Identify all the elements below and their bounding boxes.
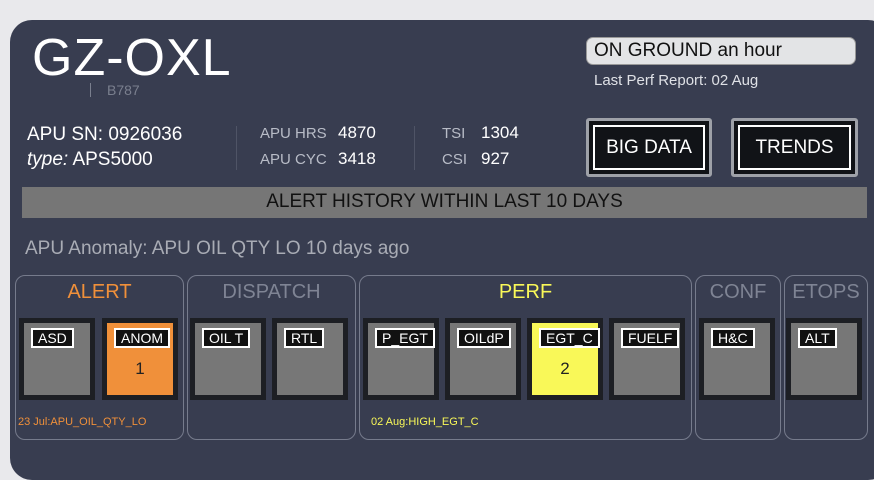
trends-label: TRENDS: [738, 125, 851, 170]
perf-group-title: PERF: [498, 281, 553, 303]
tile-egt-c[interactable]: EGT_C 2: [527, 318, 603, 400]
tile-label: FUELF: [621, 328, 680, 348]
big-data-label: BIG DATA: [593, 125, 705, 170]
flight-status-box: ON GROUND an hour: [586, 37, 856, 65]
apu-sn-label: APU SN:: [27, 124, 104, 145]
apu-hrs-value: 4870: [338, 123, 376, 142]
tsi-label: TSI: [442, 125, 466, 142]
apu-identity: APU SN: 0926036 type: APS5000: [27, 124, 182, 171]
tile-asd[interactable]: ASD: [19, 318, 95, 400]
big-data-button[interactable]: BIG DATA: [586, 118, 712, 177]
tile-face: ASD: [24, 323, 90, 395]
alert-history-banner: ALERT HISTORY WITHIN LAST 10 DAYS: [22, 187, 867, 218]
tile-rtl[interactable]: RTL: [272, 318, 348, 400]
last-perf-report: Last Perf Report: 02 Aug: [594, 72, 759, 89]
tile-count: 2: [560, 359, 570, 378]
tile-face: ANOM 1: [107, 323, 173, 395]
csi-label: CSI: [442, 151, 468, 168]
tile-fuelf[interactable]: FUELF: [609, 318, 685, 400]
tile-face: P_EGT: [368, 323, 435, 395]
csi-value: 927: [481, 149, 510, 168]
tile-anom[interactable]: ANOM 1: [102, 318, 178, 400]
tile-label: ALT: [798, 328, 837, 348]
perf-footer: 02 Aug:HIGH_EGT_C: [371, 416, 479, 428]
tile-label: ASD: [31, 328, 74, 348]
tile-oil-t[interactable]: OIL T: [190, 318, 266, 400]
tile-face: RTL: [277, 323, 343, 395]
tile-label: P_EGT: [375, 328, 435, 348]
divider: [90, 83, 91, 97]
apu-cyc-value: 3418: [338, 149, 376, 168]
divider: [236, 126, 237, 170]
tile-face: OIL T: [195, 323, 261, 395]
tile-face: EGT_C 2: [532, 323, 600, 395]
tile-face: H&C: [704, 323, 770, 395]
aircraft-subinfo: B787: [32, 82, 140, 98]
tile-face: ALT: [791, 323, 857, 395]
tile-hc[interactable]: H&C: [699, 318, 775, 400]
tile-label: ANOM: [114, 328, 170, 348]
tile-label: H&C: [711, 328, 755, 348]
trends-button[interactable]: TRENDS: [731, 118, 858, 177]
conf-group-title: CONF: [709, 281, 767, 303]
tile-count: 1: [135, 359, 145, 378]
tile-face: FUELF: [614, 323, 680, 395]
apu-hrs-label: APU HRS: [260, 125, 327, 142]
tile-p-egt[interactable]: P_EGT: [363, 318, 439, 400]
etops-group-title: ETOPS: [792, 281, 860, 303]
tile-label: EGT_C: [539, 328, 600, 348]
tile-oildp[interactable]: OILdP: [445, 318, 521, 400]
tile-label: OIL T: [202, 328, 251, 348]
aircraft-type: B787: [107, 82, 140, 98]
registration: GZ-OXL: [32, 29, 232, 87]
apu-type-value: APS5000: [72, 149, 153, 170]
alert-group-title: ALERT: [67, 281, 132, 303]
apu-cyc-label: APU CYC: [260, 151, 327, 168]
apu-type-label: type:: [27, 149, 69, 170]
dispatch-group-title: DISPATCH: [222, 281, 321, 303]
divider: [414, 126, 415, 170]
tile-face: OILdP: [450, 323, 516, 395]
tile-label: OILdP: [457, 328, 511, 348]
tsi-value: 1304: [481, 123, 519, 142]
tile-label: RTL: [284, 328, 325, 348]
apu-sn-value: 0926036: [108, 124, 183, 145]
tile-alt[interactable]: ALT: [786, 318, 862, 400]
alert-footer: 23 Jul:APU_OIL_QTY_LO: [18, 416, 147, 428]
apu-anomaly-text: APU Anomaly: APU OIL QTY LO 10 days ago: [25, 238, 410, 259]
